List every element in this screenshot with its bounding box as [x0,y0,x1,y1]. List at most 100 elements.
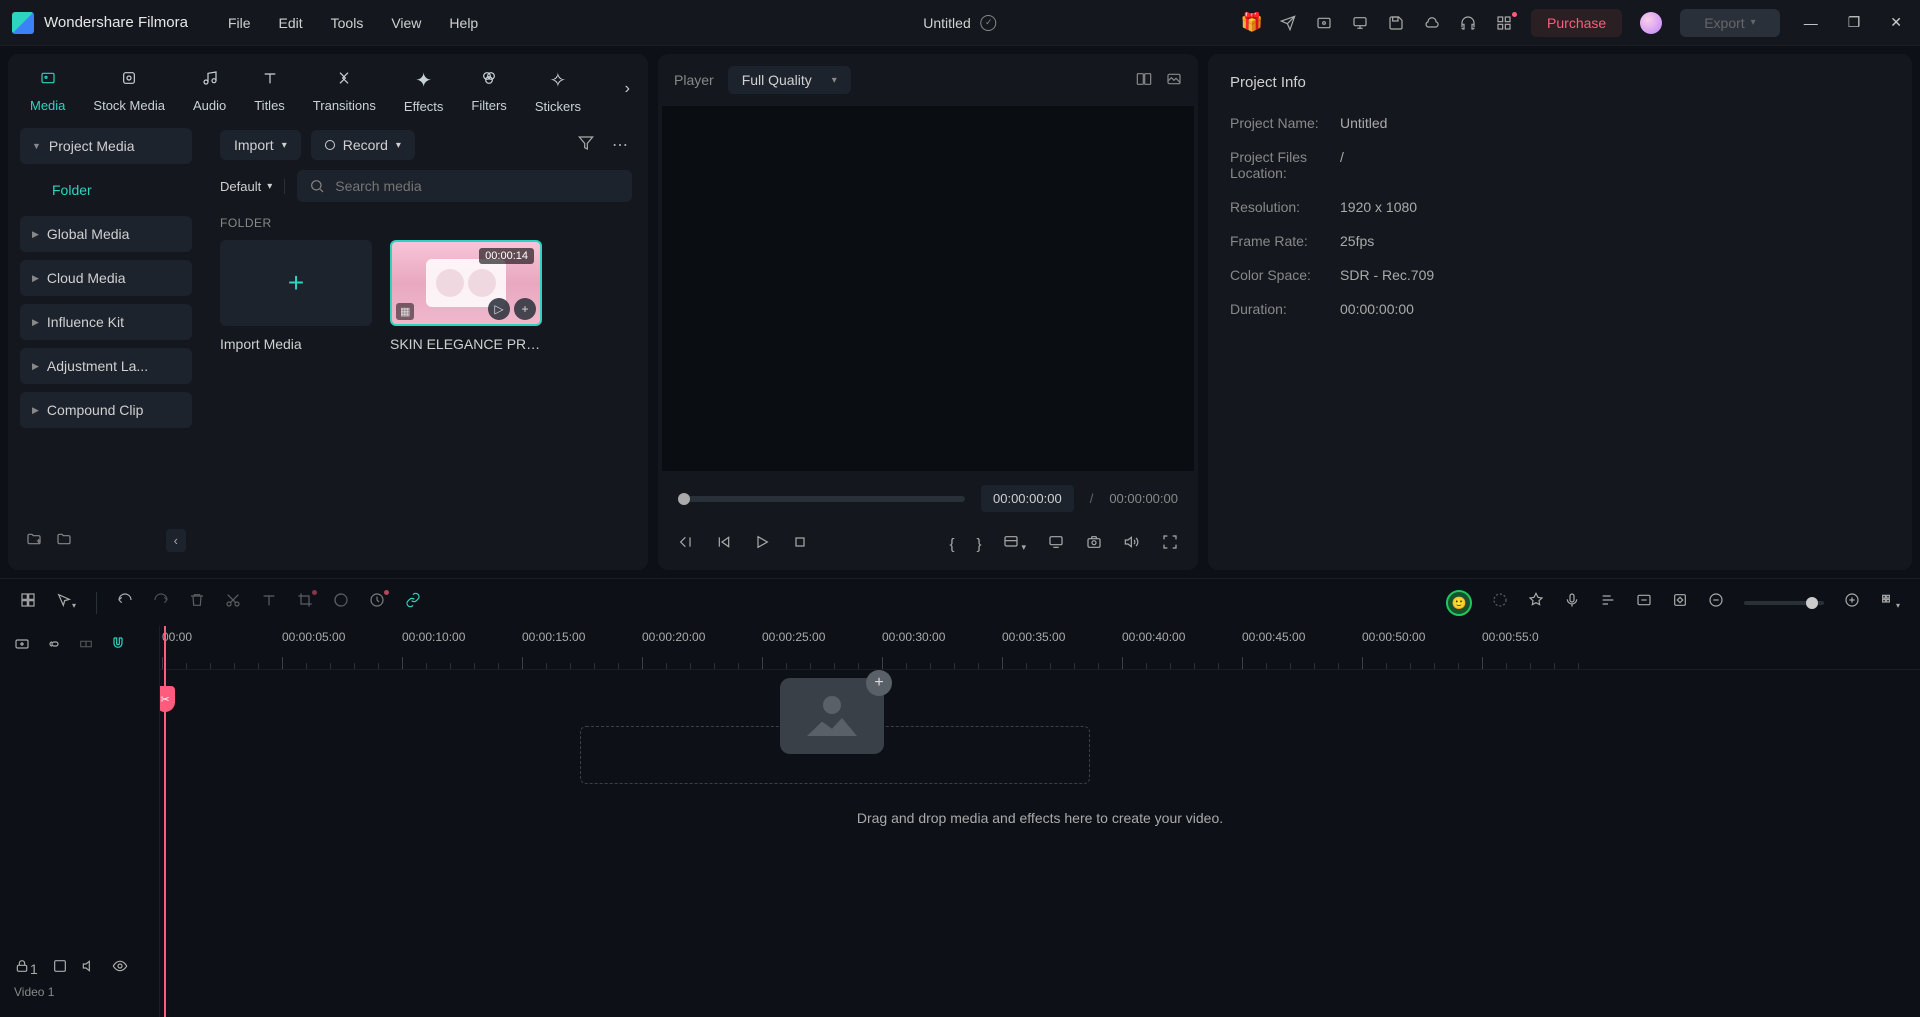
snapshot-icon[interactable] [1086,534,1102,554]
audio-track-icon[interactable] [82,958,98,977]
color-icon[interactable] [333,592,349,613]
marker-icon[interactable] [1528,592,1544,613]
magnet-icon[interactable] [110,636,126,656]
menu-edit[interactable]: Edit [279,15,303,31]
tabs-scroll-right-icon[interactable]: › [615,74,640,104]
speed-icon[interactable] [369,592,385,613]
tab-titles[interactable]: Titles [246,65,293,117]
visibility-track-icon[interactable] [112,958,128,977]
clip-preview-icon[interactable]: ▷ [488,298,510,320]
ai-assistant-icon[interactable]: 🙂 [1446,590,1472,616]
scrub-thumb[interactable] [678,493,690,505]
zoom-out-icon[interactable] [1708,592,1724,613]
more-icon[interactable]: ⋯ [608,131,632,159]
volume-icon[interactable] [1124,534,1140,554]
sidebar-item-compound-clip[interactable]: ▶Compound Clip [20,392,192,428]
compare-view-icon[interactable] [1136,71,1152,90]
delete-icon[interactable] [189,592,205,613]
collapse-sidebar-icon[interactable]: ‹ [166,529,186,552]
purchase-button[interactable]: Purchase [1531,9,1622,37]
tab-filters[interactable]: Filters [463,65,514,117]
new-folder-icon[interactable] [26,531,42,550]
sort-dropdown[interactable]: Default▾ [220,179,285,194]
close-icon[interactable]: ✕ [1884,14,1908,31]
cursor-icon[interactable]: ▾ [56,592,76,613]
sidebar-item-influence-kit[interactable]: ▶Influence Kit [20,304,192,340]
layout-grid-icon[interactable] [20,592,36,613]
record-dropdown[interactable]: Record▾ [311,130,415,160]
mute-track-icon[interactable] [52,958,68,977]
display-icon[interactable] [1048,534,1064,554]
text-icon[interactable] [261,592,277,613]
link-track-icon[interactable] [46,636,62,656]
tab-stock-media[interactable]: Stock Media [85,65,173,117]
audio-mixer-icon[interactable] [1600,592,1616,613]
menu-file[interactable]: File [228,15,251,31]
gift-icon[interactable]: 🎁 [1243,14,1261,32]
track-size-icon[interactable]: ▾ [1880,592,1900,613]
media-clip-card[interactable]: 00:00:14 ▦ ▷+ SKIN ELEGANCE PRO... [390,240,542,352]
sidebar-item-cloud-media[interactable]: ▶Cloud Media [20,260,192,296]
quality-dropdown[interactable]: Full Quality▾ [728,66,851,94]
lock-track-icon[interactable]: 1 [14,958,38,977]
sidebar-item-project-media[interactable]: ▼Project Media [20,128,192,164]
import-media-card[interactable]: + Import Media [220,240,372,352]
tab-transitions[interactable]: Transitions [305,65,384,117]
sidebar-item-adjustment-layer[interactable]: ▶Adjustment La... [20,348,192,384]
timeline-canvas[interactable]: 00:0000:00:05:0000:00:10:0000:00:15:0000… [160,626,1920,1017]
filter-icon[interactable] [574,131,598,160]
cloud-icon[interactable] [1423,14,1441,32]
search-input[interactable] [297,170,632,202]
mark-in-icon[interactable]: { [949,536,954,553]
timeline-ruler[interactable]: 00:0000:00:05:0000:00:10:0000:00:15:0000… [160,626,1920,670]
undo-icon[interactable] [117,592,133,613]
prev-frame-icon[interactable] [678,534,694,554]
player-viewport[interactable] [662,106,1194,471]
render-icon[interactable] [1492,592,1508,613]
headphones-icon[interactable] [1459,14,1477,32]
folder-icon[interactable] [56,531,72,550]
zoom-slider[interactable] [1744,601,1824,605]
add-track-icon[interactable] [14,636,30,656]
import-dropdown[interactable]: Import▾ [220,130,301,160]
tab-audio[interactable]: Audio [185,65,234,117]
menu-help[interactable]: Help [449,15,478,31]
search-field[interactable] [335,178,620,194]
layout-icon[interactable]: ▾ [1003,534,1026,554]
stop-icon[interactable] [792,534,808,554]
image-view-icon[interactable] [1166,71,1182,90]
zoom-in-icon[interactable] [1844,592,1860,613]
link-icon[interactable] [405,592,421,613]
monitor-icon[interactable] [1351,14,1369,32]
mark-out-icon[interactable]: } [976,536,981,553]
cut-icon[interactable] [225,592,241,613]
keyframe-icon[interactable] [1672,592,1688,613]
group-icon[interactable] [78,636,94,656]
user-avatar[interactable] [1640,12,1662,34]
crop-icon[interactable] [297,592,313,613]
apps-icon[interactable] [1495,14,1513,32]
scrub-bar[interactable] [678,496,965,502]
adjust-icon[interactable] [1636,592,1652,613]
track-name: Video 1 [14,985,145,999]
tab-effects[interactable]: ✦Effects [396,64,452,118]
play-backward-icon[interactable] [716,534,732,554]
menu-tools[interactable]: Tools [331,15,364,31]
fullscreen-icon[interactable] [1162,534,1178,554]
save-icon[interactable] [1387,14,1405,32]
playhead[interactable]: ✂ [164,626,166,1017]
sidebar-item-global-media[interactable]: ▶Global Media [20,216,192,252]
play-icon[interactable] [754,534,770,554]
send-icon[interactable] [1279,14,1297,32]
sidebar-item-folder[interactable]: Folder [20,172,192,208]
export-button[interactable]: Export▾ [1680,9,1780,37]
redo-icon[interactable] [153,592,169,613]
minimize-icon[interactable]: — [1798,15,1824,31]
voiceover-icon[interactable] [1564,592,1580,613]
clip-add-icon[interactable]: + [514,298,536,320]
tab-stickers[interactable]: ✧Stickers [527,64,589,118]
menu-view[interactable]: View [391,15,421,31]
maximize-icon[interactable]: ❐ [1842,14,1867,31]
tab-media[interactable]: Media [22,65,73,117]
record-screen-icon[interactable] [1315,14,1333,32]
